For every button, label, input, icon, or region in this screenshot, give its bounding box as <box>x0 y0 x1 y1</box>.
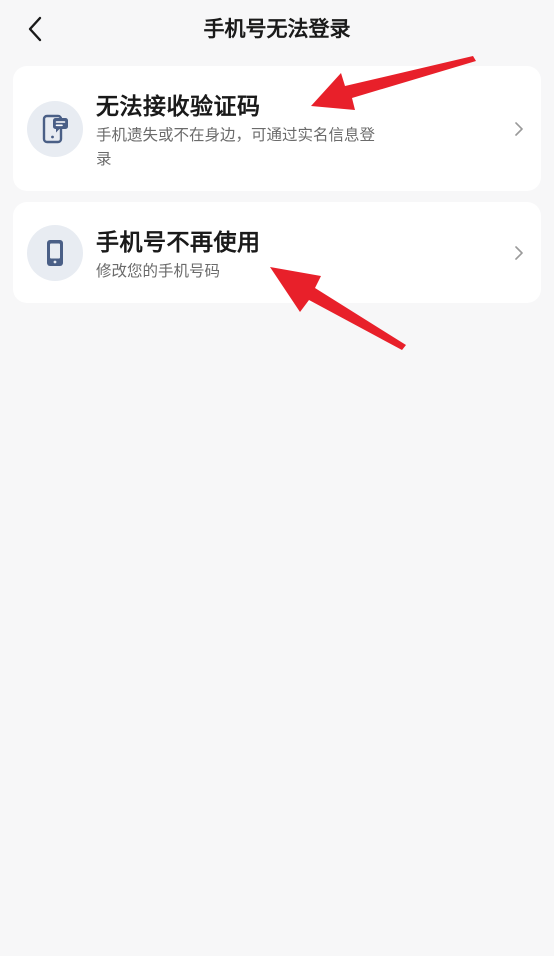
navigation-bar: 手机号无法登录 <box>0 0 554 56</box>
phone-message-icon <box>27 101 83 157</box>
phone-icon <box>27 225 83 281</box>
option-card-cannot-receive-code[interactable]: 无法接收验证码 手机遗失或不在身边，可通过实名信息登录 <box>13 66 541 191</box>
option-title: 无法接收验证码 <box>96 94 261 120</box>
option-description: 手机遗失或不在身边，可通过实名信息登录 <box>96 126 376 168</box>
chevron-right-icon <box>515 122 523 136</box>
option-description: 修改您的手机号码 <box>96 262 221 280</box>
chevron-right-icon <box>515 246 523 260</box>
option-card-number-no-longer-used[interactable]: 手机号不再使用 修改您的手机号码 <box>13 202 541 303</box>
option-title: 手机号不再使用 <box>96 230 261 256</box>
page-title: 手机号无法登录 <box>203 17 351 41</box>
